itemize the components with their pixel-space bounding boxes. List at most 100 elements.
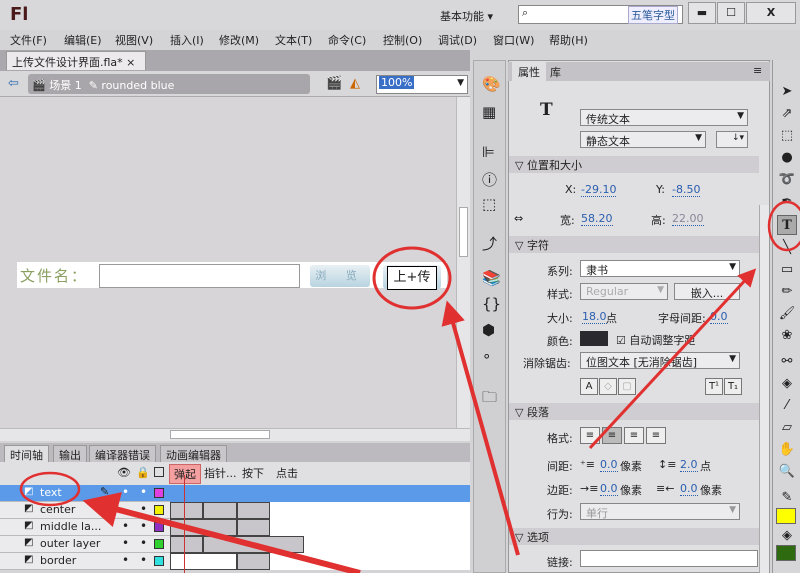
layer-frames[interactable]	[170, 553, 470, 570]
text-orientation-select[interactable]: ↓▾	[716, 131, 748, 148]
workspace-switcher[interactable]: 基本功能 ▾	[440, 8, 493, 24]
autokern-checkbox[interactable]: ☑ 自动调整字距	[616, 332, 695, 348]
playhead[interactable]	[184, 475, 185, 573]
layer-color-swatch[interactable]	[154, 505, 164, 515]
text-tool-icon[interactable]: T	[777, 215, 797, 235]
layer-color-swatch[interactable]	[154, 556, 164, 566]
tab-library[interactable]: 库	[550, 64, 561, 80]
stroke-color-swatch[interactable]	[776, 508, 796, 524]
menu-window[interactable]: 窗口(W)	[493, 32, 534, 48]
properties-scrollbar[interactable]	[759, 205, 769, 573]
menu-commands[interactable]: 命令(C)	[328, 32, 366, 48]
text-color-swatch[interactable]	[580, 331, 608, 346]
layer-color-swatch[interactable]	[154, 522, 164, 532]
maximize-button[interactable]: ☐	[717, 2, 745, 24]
menu-modify[interactable]: 修改(M)	[219, 32, 259, 48]
embed-button[interactable]: 嵌入...	[674, 283, 740, 300]
tab-motion-editor[interactable]: 动画编辑器	[160, 445, 227, 462]
eyedropper-tool-icon[interactable]: ⁄	[777, 396, 797, 416]
subscript-icon[interactable]: T₁	[724, 378, 742, 395]
lock-icon[interactable]: 🔒	[136, 466, 150, 479]
menu-debug[interactable]: 调试(D)	[438, 32, 477, 48]
tab-compiler-errors[interactable]: 编译器错误	[89, 445, 156, 462]
swatches-icon[interactable]: ▦	[482, 103, 496, 121]
project-icon[interactable]: 🗀	[482, 387, 497, 412]
breadcrumb-scene[interactable]: 场景 1	[49, 79, 82, 92]
outline-icon[interactable]	[154, 467, 164, 477]
menu-help[interactable]: 帮助(H)	[549, 32, 588, 48]
edit-scene-icon[interactable]: 🎬	[326, 76, 342, 91]
history-icon[interactable]: ⤴	[482, 233, 497, 254]
layer-frames[interactable]	[170, 519, 470, 536]
justify-icon[interactable]: ≡	[646, 427, 666, 444]
align-left-icon[interactable]: ≡	[580, 427, 600, 444]
stage-vertical-scrollbar[interactable]	[456, 97, 470, 428]
text-type-select[interactable]: 静态文本 ▼	[580, 131, 706, 148]
line-tool-icon[interactable]: ╲	[777, 238, 797, 258]
actions-icon[interactable]: {}	[482, 295, 501, 313]
layer-color-swatch[interactable]	[154, 488, 164, 498]
layer-row-center[interactable]: ◩ center •	[0, 502, 470, 519]
hand-tool-icon[interactable]: ✋	[777, 440, 797, 460]
superscript-icon[interactable]: T¹	[705, 378, 723, 395]
transform-icon[interactable]: ⬚	[482, 195, 496, 213]
library-icon[interactable]: 📚	[482, 269, 501, 287]
tab-output[interactable]: 输出	[53, 445, 87, 462]
edit-symbol-icon[interactable]: ◭	[350, 76, 360, 91]
layer-frames[interactable]	[170, 536, 470, 553]
eraser-tool-icon[interactable]: ▱	[777, 418, 797, 438]
pencil-tool-icon[interactable]: ✏	[777, 282, 797, 302]
tab-timeline[interactable]: 时间轴	[4, 445, 49, 462]
anti-alias-select[interactable]: 位图文本 [无消除锯齿] ▼	[580, 352, 740, 369]
panel-menu-icon[interactable]: ≡	[753, 64, 762, 77]
menu-file[interactable]: 文件(F)	[10, 32, 47, 48]
bone-tool-icon[interactable]: ⚯	[777, 352, 797, 372]
font-size-value[interactable]: 18.0	[582, 310, 607, 324]
motion-presets-icon[interactable]: ∘	[482, 347, 491, 365]
pen-tool-icon[interactable]: ✒	[777, 192, 797, 212]
menu-view[interactable]: 视图(V)	[115, 32, 153, 48]
x-value[interactable]: -29.10	[581, 183, 617, 197]
border-icon[interactable]: ▢	[618, 378, 636, 395]
stroke-color-icon[interactable]: ✎	[777, 488, 797, 508]
frame-label-up[interactable]: 弹起	[169, 464, 201, 484]
render-html-icon[interactable]: ◇	[599, 378, 617, 395]
minimize-button[interactable]: ▬	[688, 2, 716, 24]
align-center-icon[interactable]: ≡	[602, 427, 622, 444]
line-spacing-value[interactable]: 2.0	[680, 458, 698, 472]
section-options[interactable]: ▽ 选项	[509, 528, 759, 545]
brush-tool-icon[interactable]: 🖌	[777, 304, 797, 324]
upload-text-field[interactable]: 上+传	[387, 266, 437, 290]
align-icon[interactable]: ⊫	[482, 143, 495, 161]
link-input[interactable]	[580, 550, 758, 567]
3d-rotation-tool-icon[interactable]: ●	[777, 148, 797, 168]
fill-color-swatch[interactable]	[776, 545, 796, 561]
components-icon[interactable]: ⬢	[482, 321, 495, 339]
file-name-input[interactable]	[99, 264, 300, 288]
fill-color-icon[interactable]: ◈	[777, 526, 797, 546]
selectable-icon[interactable]: A	[580, 378, 598, 395]
right-margin-value[interactable]: 0.0	[680, 482, 698, 496]
letter-spacing-value[interactable]: 0.0	[710, 310, 728, 324]
height-value[interactable]: 22.00	[672, 212, 704, 226]
font-style-select[interactable]: Regular ▼	[580, 283, 668, 300]
browse-button[interactable]: 浏 览	[310, 265, 370, 287]
paint-bucket-tool-icon[interactable]: ◈	[777, 374, 797, 394]
font-family-select[interactable]: 隶书 ▼	[580, 260, 740, 277]
section-position-size[interactable]: ▽ 位置和大小	[509, 156, 759, 173]
layer-row-outer-layer[interactable]: ◩ outer layer • •	[0, 536, 470, 553]
close-button[interactable]: X	[746, 2, 796, 24]
text-engine-select[interactable]: 传统文本 ▼	[580, 109, 748, 126]
layer-color-swatch[interactable]	[154, 539, 164, 549]
layer-row-middle-layer[interactable]: ◩ middle la... • •	[0, 519, 470, 536]
lock-aspect-icon[interactable]: ⇔	[514, 212, 523, 225]
close-tab-icon[interactable]: ×	[126, 56, 135, 69]
left-margin-value[interactable]: 0.0	[600, 482, 618, 496]
selection-tool-icon[interactable]: ➤	[777, 82, 797, 102]
info-icon[interactable]: ⓘ	[482, 169, 497, 190]
layer-row-text[interactable]: ◩ text ✎ • •	[0, 485, 470, 502]
stage-horizontal-scrollbar[interactable]	[0, 428, 470, 441]
section-paragraph[interactable]: ▽ 段落	[509, 403, 759, 420]
layer-row-border[interactable]: ◩ border • •	[0, 553, 470, 570]
indent-value[interactable]: 0.0	[600, 458, 618, 472]
